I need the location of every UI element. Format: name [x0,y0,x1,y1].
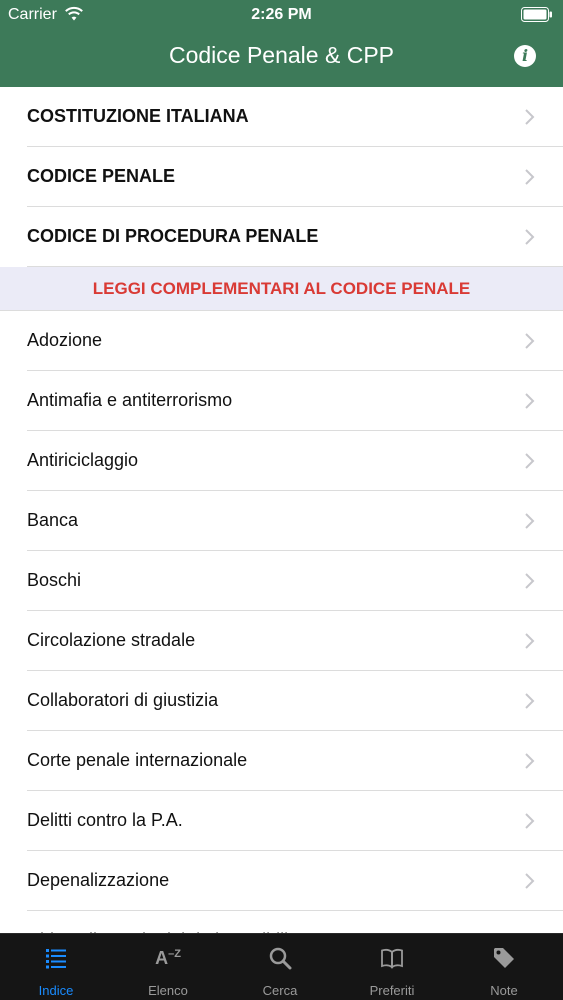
battery-icon [521,7,552,22]
list-item-label: Circolazione stradale [27,630,196,650]
section-header: LEGGI COMPLEMENTARI AL CODICE PENALE [0,267,563,311]
list-item-label: Boschi [27,570,82,590]
tab-label: Note [490,983,518,998]
tab-note[interactable]: Note [448,934,560,1000]
chevron-right-icon [525,513,535,529]
tab-label: Elenco [148,983,188,998]
list-item[interactable]: CODICE PENALE [27,147,563,207]
list-icon [46,949,66,969]
chevron-right-icon [525,753,535,769]
list-item-label: Delitti contro la P.A. [27,810,183,830]
list-item-label: CODICE PENALE [27,166,176,186]
chevron-right-icon [525,873,535,889]
tab-cerca[interactable]: Cerca [224,934,336,1000]
list-item-label: Diritto alla tutela dei dati sensibili [27,911,288,933]
list-item-label: Collaboratori di giustizia [27,690,219,710]
list-item-label: COSTITUZIONE ITALIANA [27,106,249,126]
navigation-header: Carrier 2:26 PM Codice Penale & CPP i [0,0,563,87]
status-time: 2:26 PM [251,6,312,23]
list-item[interactable]: Boschi [27,551,563,611]
list-item[interactable]: Banca [27,491,563,551]
tab-preferiti[interactable]: Preferiti [336,934,448,1000]
list-item[interactable]: Collaboratori di giustizia [27,671,563,731]
chevron-right-icon [525,453,535,469]
list-item-label: CODICE DI PROCEDURA PENALE [27,226,319,246]
list-item[interactable]: CODICE DI PROCEDURA PENALE [27,207,563,267]
list-item[interactable]: Antimafia e antiterrorismo [27,371,563,431]
tab-bar: Indice A–Z Elenco Cerca Preferiti Note [0,933,563,1000]
list-item[interactable]: Adozione [27,311,563,371]
status-bar: Carrier 2:26 PM [0,0,563,30]
chevron-right-icon [525,169,535,185]
list-item[interactable]: Antiriciclaggio [27,431,563,491]
chevron-right-icon [525,813,535,829]
tab-elenco[interactable]: A–Z Elenco [112,934,224,1000]
index-list[interactable]: COSTITUZIONE ITALIANA CODICE PENALE CODICE… [0,87,563,933]
tab-label: Preferiti [369,983,415,998]
list-item-label: Corte penale internazionale [27,750,248,770]
tab-label: Cerca [262,983,298,998]
book-icon [381,948,403,969]
tab-indice[interactable]: Indice [0,934,112,1000]
list-item[interactable]: Delitti contro la P.A. [27,791,563,851]
chevron-right-icon [525,633,535,649]
chevron-right-icon [525,109,535,125]
list-item[interactable]: Diritto alla tutela dei dati sensibili [27,911,563,933]
az-icon: A–Z [155,948,181,968]
chevron-right-icon [525,693,535,709]
list-item-label: Adozione [27,330,103,350]
chevron-right-icon [525,333,535,349]
list-item[interactable]: Depenalizzazione [27,851,563,911]
chevron-right-icon [525,229,535,245]
list-item[interactable]: COSTITUZIONE ITALIANA [27,87,563,147]
list-item-label: Antiriciclaggio [27,450,139,470]
chevron-right-icon [525,573,535,589]
chevron-right-icon [525,393,535,409]
list-item-label: Depenalizzazione [27,870,170,890]
search-icon [269,947,292,970]
list-item[interactable]: Circolazione stradale [27,611,563,671]
tag-icon [494,948,514,968]
page-title: Codice Penale & CPP [168,42,394,68]
info-button[interactable]: i [514,45,536,67]
tab-label: Indice [38,983,74,998]
list-item[interactable]: Corte penale internazionale [27,731,563,791]
list-item-label: Antimafia e antiterrorismo [27,390,233,410]
list-item-label: Banca [27,510,79,530]
